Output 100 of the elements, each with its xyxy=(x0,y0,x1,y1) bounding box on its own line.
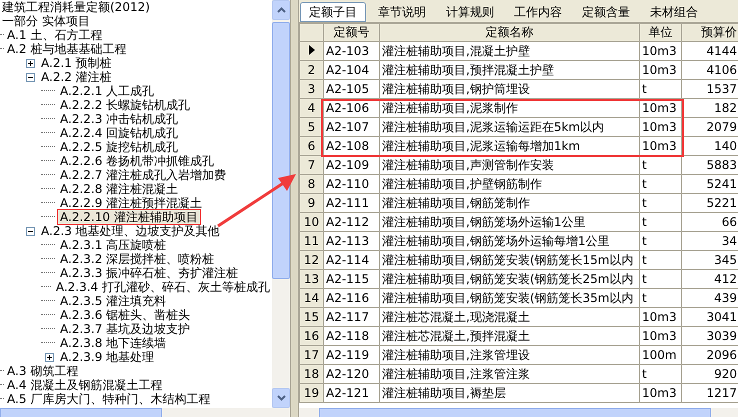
table-cell: 10m3 xyxy=(640,384,682,402)
tree-item[interactable]: A.5 厂库房大门、特种门、木结构工程 xyxy=(5,392,212,406)
table-cell: 灌注桩辅助项目,钢筋笼安装(钢筋笼长35m以内 xyxy=(380,288,640,308)
table-cell: 10m3 xyxy=(640,98,682,118)
row-number: 17 xyxy=(300,346,324,364)
tree-item[interactable]: A.2.3.3 振冲碎石桩、夯扩灌注桩 xyxy=(58,266,240,280)
table-cell: 灌注桩辅助项目,注浆管注浆 xyxy=(380,364,640,384)
tab[interactable]: 未材组合 xyxy=(642,2,706,22)
table-cell: A2-114 xyxy=(324,250,380,270)
tree-item[interactable]: A.2.3.2 深层搅拌桩、喷粉桩 xyxy=(58,252,216,266)
table-cell: t xyxy=(640,194,682,212)
scrollbar[interactable] xyxy=(299,408,738,417)
table-cell: A2-113 xyxy=(324,232,380,250)
column-header[interactable]: 预算价 xyxy=(682,24,738,42)
row-number: 16 xyxy=(300,326,324,346)
tree-item[interactable]: A.2.2.5 旋挖钻机成孔 xyxy=(58,140,180,154)
expander-icon[interactable] xyxy=(26,72,35,82)
table-cell: A2-119 xyxy=(324,346,380,364)
tree-item[interactable]: A.2.2.10 灌注桩辅助项目 xyxy=(58,210,200,224)
tree-item[interactable]: A.2.3.7 基坑及边坡支护 xyxy=(58,322,192,336)
table-cell: A2-117 xyxy=(324,308,380,326)
tree-item[interactable]: A.1 土、石方工程 xyxy=(5,28,104,42)
row-number: 9 xyxy=(300,194,324,212)
table-cell: t xyxy=(640,270,682,288)
table-cell: A2-103 xyxy=(324,42,380,60)
table-cell: 灌注桩辅助项目,钢筋笼制作 xyxy=(380,194,640,212)
table-cell: t xyxy=(640,250,682,270)
table-cell: A2-109 xyxy=(324,156,380,174)
column-header[interactable]: 单位 xyxy=(640,24,682,42)
row-number: 7 xyxy=(300,156,324,174)
table-cell: 10m3 xyxy=(640,42,682,60)
column-header[interactable]: 定额号 xyxy=(324,24,380,42)
table-cell: A2-121 xyxy=(324,384,380,402)
expander-icon[interactable] xyxy=(26,226,35,236)
table-cell: t xyxy=(640,156,682,174)
tree-item[interactable]: A.2.2.7 灌注桩成孔入岩增加费 xyxy=(58,168,228,182)
tab[interactable]: 工作内容 xyxy=(506,2,570,22)
expander-icon[interactable] xyxy=(45,352,54,362)
scrollbar[interactable] xyxy=(0,408,290,417)
tree-item[interactable]: A.2.2.4 回旋钻机成孔 xyxy=(58,126,180,140)
tab[interactable]: 定额含量 xyxy=(574,2,638,22)
tree-item[interactable]: A.2.1 预制桩 xyxy=(39,56,114,70)
column-header[interactable]: 定额名称 xyxy=(380,24,640,42)
table-cell: t xyxy=(640,364,682,384)
table-cell: t xyxy=(640,232,682,250)
row-number: 8 xyxy=(300,174,324,194)
tree-item[interactable]: A.2.2.1 人工成孔 xyxy=(58,84,156,98)
row-number: 10 xyxy=(300,212,324,232)
tab[interactable]: 计算规则 xyxy=(438,2,502,22)
tree-item[interactable]: A.2.2.6 卷扬机带冲抓锥成孔 xyxy=(58,154,216,168)
table-cell: 10m3 xyxy=(640,118,682,136)
tree-item[interactable]: A.2.3.1 高压旋喷桩 xyxy=(58,238,168,252)
tree-item[interactable]: A.2.2.8 灌注桩混凝土 xyxy=(58,182,180,196)
table-cell: 灌注桩辅助项目,钢护筒埋设 xyxy=(380,80,640,98)
table-cell: 10m3 xyxy=(640,60,682,80)
table-cell: 灌注桩辅助项目,钢筋笼场外运输每增1公里 xyxy=(380,232,640,250)
tree-item[interactable]: A.3 砌筑工程 xyxy=(5,364,80,378)
tree-item[interactable]: A.2.2.9 灌注桩预拌混凝土 xyxy=(58,196,204,210)
table-cell: A2-110 xyxy=(324,174,380,194)
tree-item[interactable]: A.2.3 地基处理、边坡支护及其他 xyxy=(39,224,222,238)
tree-item[interactable]: A.2.2 灌注桩 xyxy=(39,70,114,84)
tree-item[interactable]: A.2.3.6 锯桩头、凿桩头 xyxy=(58,308,192,322)
table-cell: 灌注桩辅助项目,声测管制作安装 xyxy=(380,156,640,174)
table-cell: 10m3 xyxy=(640,326,682,346)
table-cell: 灌注桩辅助项目,预拌混凝土护壁 xyxy=(380,60,640,80)
tree-item[interactable]: A.2.3.9 地基处理 xyxy=(58,350,156,364)
row-number: 18 xyxy=(300,364,324,384)
tree-item[interactable]: A.2.3.8 地下连续墙 xyxy=(58,336,168,350)
row-number: 12 xyxy=(300,250,324,270)
table-cell: t xyxy=(640,80,682,98)
tab[interactable]: 定额子目 xyxy=(300,2,366,22)
row-number: 14 xyxy=(300,288,324,308)
table-cell: A2-107 xyxy=(324,118,380,136)
row-number: 2 xyxy=(300,60,324,80)
tree-item[interactable]: A.2.2.2 长螺旋钻机成孔 xyxy=(58,98,192,112)
table-cell: 灌注桩辅助项目,泥浆运输运距在5km以内 xyxy=(380,118,640,136)
tab[interactable]: 章节说明 xyxy=(370,2,434,22)
row-number: 15 xyxy=(300,308,324,326)
tree-item[interactable]: A.4 混凝土及钢筋混凝土工程 xyxy=(5,378,164,392)
scroll-up-icon[interactable] xyxy=(276,7,286,13)
table-cell: 灌注桩辅助项目,钢筋笼安装(钢筋笼长15m以内 xyxy=(380,250,640,270)
row-number: 3 xyxy=(300,80,324,98)
table-cell: 灌注桩辅助项目,护壁钢筋制作 xyxy=(380,174,640,194)
scrollbar[interactable] xyxy=(272,0,290,408)
tree-item[interactable]: 一部分 实体项目 xyxy=(0,14,92,28)
tree-item[interactable]: A.2.3.5 灌注填充料 xyxy=(58,294,168,308)
table-cell: 灌注桩辅助项目,混凝土护壁 xyxy=(380,42,640,60)
expander-icon[interactable] xyxy=(26,58,35,68)
tree-item[interactable]: A.2.2.3 冲击钻机成孔 xyxy=(58,112,180,126)
scroll-down-icon[interactable] xyxy=(276,395,286,401)
tree-item[interactable]: A.2.3.4 打孔灌砂、碎石、灰土等桩成孔 xyxy=(54,280,272,294)
tree-item[interactable]: A.2 桩与地基基础工程 xyxy=(5,42,128,56)
tree-item[interactable]: 建筑工程消耗量定额(2012) xyxy=(0,0,152,14)
table-cell: t xyxy=(640,174,682,194)
table-cell: A2-111 xyxy=(324,194,380,212)
table-cell: A2-118 xyxy=(324,326,380,346)
table-cell: 10m3 xyxy=(640,308,682,326)
table-cell: 灌注桩辅助项目,钢筋笼场外运输1公里 xyxy=(380,212,640,232)
table-cell: t xyxy=(640,212,682,232)
table-cell: 灌注桩辅助项目,注浆管埋设 xyxy=(380,346,640,364)
